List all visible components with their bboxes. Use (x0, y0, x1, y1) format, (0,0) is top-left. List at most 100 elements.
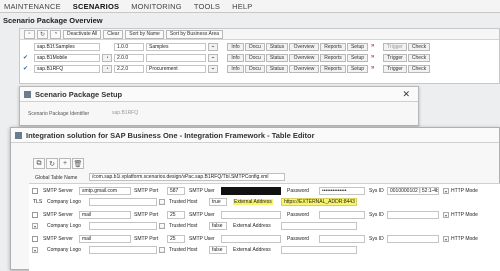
status-button[interactable]: Status (266, 43, 288, 51)
row-checkbox[interactable] (32, 188, 38, 194)
trigger-button[interactable]: Trigger (383, 54, 407, 62)
company-logo-field[interactable] (89, 222, 157, 230)
http-mode-label: HTTP Mode (451, 212, 478, 218)
smtp-port-field[interactable]: 587 (167, 187, 185, 195)
scenario-package-table: ▫ ↻ ◔ Deactivate All Clear Sort by Name … (19, 28, 500, 84)
table-row: SMTP Server mail SMTP Port 25 SMTP User … (29, 234, 500, 244)
smtp-server-label: SMTP Server (43, 212, 73, 218)
add-icon[interactable]: + (59, 158, 71, 169)
trigger-button[interactable]: Trigger (383, 43, 407, 51)
global-table-name-label: Global Table Name (35, 175, 78, 181)
row-checkbox[interactable] (32, 212, 38, 218)
link-icon[interactable]: ⌁ (208, 43, 218, 51)
browse-icon[interactable]: … (159, 223, 165, 229)
browse-icon[interactable]: … (159, 247, 165, 253)
table-row[interactable]: ✔ sap.B1RFQ ◔ 2.2.0 Procurement ⌁ Info D… (20, 64, 499, 74)
reports-button[interactable]: Reports (320, 54, 346, 62)
password-field[interactable] (319, 235, 365, 243)
dropdown-icon[interactable]: ▾ (32, 223, 38, 229)
smtp-port-label: SMTP Port (134, 188, 159, 194)
setup-button[interactable]: Setup (347, 54, 368, 62)
external-address-field[interactable] (281, 246, 357, 254)
sort-by-name-button[interactable]: Sort by Name (125, 29, 164, 39)
check-button[interactable]: Check (408, 54, 430, 62)
overview-button[interactable]: Overview (289, 54, 319, 62)
link-icon[interactable]: ⌁ (208, 65, 218, 73)
sys-id-label: Sys ID (369, 212, 384, 218)
refresh-icon[interactable]: ↻ (37, 29, 48, 39)
external-address-field[interactable] (281, 222, 357, 230)
global-table-name-field[interactable]: /com.sap.b1i.vplatform.scenarios.design/… (89, 173, 285, 181)
sys-id-field[interactable] (387, 211, 439, 219)
link-icon[interactable]: ⌁ (208, 54, 218, 62)
trusted-host-field[interactable]: true (209, 198, 227, 206)
company-logo-field[interactable] (89, 246, 157, 254)
setup-button[interactable]: Setup (347, 43, 368, 51)
trigger-button[interactable]: Trigger (383, 65, 407, 73)
dropdown-icon[interactable]: ▾ (32, 247, 38, 253)
table-row[interactable]: ✔ sap.B1Mobile ◔ 2.0.0 ⌁ Info Docu Statu… (20, 53, 499, 63)
check-button[interactable]: Check (408, 65, 430, 73)
docu-button[interactable]: Docu (245, 54, 265, 62)
dropdown-icon[interactable]: ▾ (443, 188, 449, 194)
info-button[interactable]: Info (227, 54, 244, 62)
double-chevron-icon[interactable]: » (371, 43, 374, 49)
table-row: TLS Company Logo … Trusted Host true Ext… (29, 197, 500, 207)
double-chevron-icon[interactable]: » (371, 65, 374, 71)
docu-button[interactable]: Docu (245, 65, 265, 73)
smtp-server-label: SMTP Server (43, 236, 73, 242)
copy-icon[interactable]: ⧉ (33, 158, 45, 169)
dropdown-icon[interactable]: ▾ (443, 236, 449, 242)
smtp-user-field[interactable] (221, 211, 281, 219)
smtp-port-field[interactable]: 25 (167, 211, 185, 219)
check-button[interactable]: Check (408, 43, 430, 51)
refresh-icon[interactable]: ↻ (46, 158, 58, 169)
smtp-user-field[interactable] (221, 235, 281, 243)
info-button[interactable]: Info (227, 65, 244, 73)
password-field[interactable]: •••••••••••••• (319, 187, 365, 195)
double-chevron-icon[interactable]: » (371, 54, 374, 60)
status-button[interactable]: Status (266, 54, 288, 62)
deactivate-all-button[interactable]: Deactivate All (63, 29, 102, 39)
company-logo-field[interactable] (89, 198, 157, 206)
external-address-field[interactable]: https://EXTERNAL_ADDR:8443 (281, 198, 357, 206)
clear-button[interactable]: Clear (103, 29, 124, 39)
smtp-server-field[interactable]: smtp.gmail.com (79, 187, 131, 195)
setup-button[interactable]: Setup (347, 65, 368, 73)
trusted-host-field[interactable]: false (209, 222, 227, 230)
reports-button[interactable]: Reports (320, 43, 346, 51)
status-button[interactable]: Status (266, 65, 288, 73)
reports-button[interactable]: Reports (320, 65, 346, 73)
menu-tools[interactable]: TOOLS (194, 2, 220, 11)
dropdown-icon[interactable]: ▾ (443, 212, 449, 218)
smtp-server-field[interactable]: mail (79, 235, 131, 243)
smtp-server-field[interactable]: mail (79, 211, 131, 219)
smtp-user-field[interactable] (221, 187, 281, 195)
smtp-port-field[interactable]: 25 (167, 235, 185, 243)
main-menu-bar: MAINTENANCE SCENARIOS MONITORING TOOLS H… (0, 0, 500, 13)
browse-icon[interactable]: … (159, 199, 165, 205)
gauge-icon[interactable]: ◔ (50, 29, 61, 39)
docu-button[interactable]: Docu (245, 43, 265, 51)
sys-id-field[interactable] (387, 235, 439, 243)
info-button[interactable]: Info (227, 43, 244, 51)
menu-maintenance[interactable]: MAINTENANCE (4, 2, 61, 11)
trusted-host-field[interactable]: false (209, 246, 227, 254)
menu-scenarios[interactable]: SCENARIOS (73, 2, 119, 11)
new-icon[interactable]: ▫ (24, 29, 35, 39)
checkmark-icon: ✔ (23, 55, 29, 61)
menu-help[interactable]: HELP (232, 2, 252, 11)
sort-by-business-area-button[interactable]: Sort by Business Area (165, 29, 224, 39)
close-icon[interactable]: ✕ (402, 89, 410, 100)
menu-monitoring[interactable]: MONITORING (131, 2, 182, 11)
smtp-user-label: SMTP User (189, 212, 215, 218)
overview-button[interactable]: Overview (289, 65, 319, 73)
sys-id-field[interactable]: 0010000102 | 52:1-4b (387, 187, 439, 195)
delete-icon[interactable]: 🗑 (72, 158, 84, 169)
overview-button[interactable]: Overview (289, 43, 319, 51)
table-row[interactable]: sap.B1f.Samples 1.0.0 Samples ⌁ Info Doc… (20, 42, 499, 52)
password-field[interactable] (319, 211, 365, 219)
row-checkbox[interactable] (32, 236, 38, 242)
gauge-icon[interactable]: ◔ (102, 54, 112, 62)
gauge-icon[interactable]: ◔ (102, 65, 112, 73)
